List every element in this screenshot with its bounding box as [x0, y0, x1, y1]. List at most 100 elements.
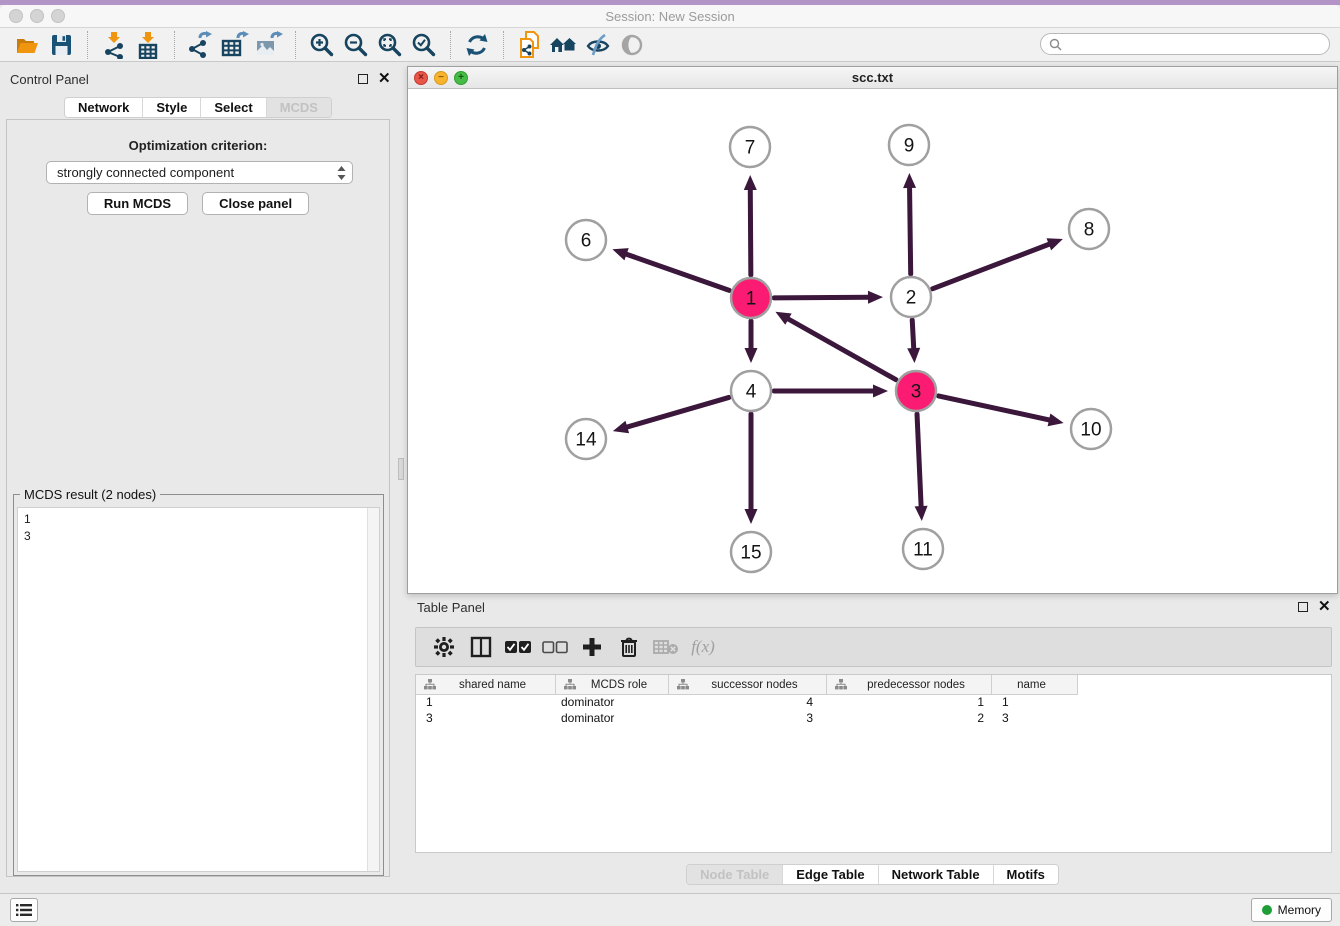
- column-header-mcds-role[interactable]: MCDS role: [556, 675, 669, 695]
- cell-predecessor-nodes[interactable]: 1: [827, 695, 992, 711]
- cell-name[interactable]: 1: [992, 695, 1078, 711]
- hide-selected-icon[interactable]: [581, 30, 615, 60]
- graph-edge[interactable]: [917, 414, 921, 508]
- graph-edge[interactable]: [625, 397, 729, 427]
- cell-mcds-role[interactable]: dominator: [556, 711, 669, 727]
- table-row[interactable]: 1 dominator 4 1 1: [416, 695, 1331, 711]
- graph-edge[interactable]: [912, 320, 914, 350]
- control-panel-close-icon[interactable]: ✕: [378, 74, 391, 84]
- graph-edge[interactable]: [910, 186, 911, 274]
- column-panel-icon[interactable]: [467, 633, 495, 661]
- control-panel-tabs: Network Style Select MCDS: [64, 97, 332, 118]
- graph-node-label: 4: [746, 382, 757, 403]
- zoom-out-icon[interactable]: [339, 30, 373, 60]
- cell-shared-name[interactable]: 3: [416, 711, 556, 727]
- graph-node-label: 1: [746, 289, 757, 310]
- export-network-icon[interactable]: [184, 30, 218, 60]
- cell-successor-nodes[interactable]: 3: [669, 711, 827, 727]
- graph-edge-arrowhead: [903, 173, 916, 188]
- table-panel-close-icon[interactable]: ✕: [1318, 602, 1331, 612]
- network-window-title: scc.txt: [408, 70, 1337, 85]
- tab-select[interactable]: Select: [201, 98, 266, 117]
- toolbar-separator: [295, 31, 296, 59]
- column-header-predecessor-nodes[interactable]: predecessor nodes: [827, 675, 992, 695]
- network-graph[interactable]: 7968124314101511: [408, 89, 1337, 593]
- optimization-criterion-select[interactable]: strongly connected component: [46, 161, 353, 184]
- mcds-result-line: 3: [24, 528, 373, 545]
- graph-edge[interactable]: [787, 318, 896, 380]
- first-neighbors-icon[interactable]: [547, 30, 581, 60]
- mcds-result-line: 1: [24, 511, 373, 528]
- open-file-icon[interactable]: [10, 30, 44, 60]
- list-icon: [16, 903, 32, 917]
- graph-edge[interactable]: [932, 244, 1050, 289]
- graph-node-label: 11: [913, 540, 933, 561]
- tab-edge-table[interactable]: Edge Table: [783, 865, 878, 884]
- panel-splitter-grip[interactable]: [398, 458, 404, 480]
- import-network-icon[interactable]: [97, 30, 131, 60]
- save-session-icon[interactable]: [44, 30, 78, 60]
- cell-mcds-role[interactable]: dominator: [556, 695, 669, 711]
- graph-edge[interactable]: [774, 297, 870, 298]
- memory-button[interactable]: Memory: [1251, 898, 1332, 922]
- search-field[interactable]: [1040, 33, 1330, 55]
- zoom-in-icon[interactable]: [305, 30, 339, 60]
- chevron-up-down-icon: [337, 166, 346, 180]
- delete-column-icon[interactable]: [615, 633, 643, 661]
- cell-successor-nodes[interactable]: 4: [669, 695, 827, 711]
- show-hidden-icon[interactable]: [615, 30, 649, 60]
- add-column-icon[interactable]: [578, 633, 606, 661]
- cell-shared-name[interactable]: 1: [416, 695, 556, 711]
- select-all-icon[interactable]: [504, 633, 532, 661]
- delete-table-icon[interactable]: [652, 633, 680, 661]
- table-settings-icon[interactable]: [430, 633, 458, 661]
- table-panel-float-icon[interactable]: [1298, 602, 1308, 612]
- table-toolbar: f(x): [415, 627, 1332, 667]
- optimization-criterion-label: Optimization criterion:: [7, 138, 389, 153]
- graph-edge[interactable]: [938, 396, 1050, 420]
- function-builder-icon[interactable]: f(x): [689, 633, 717, 661]
- run-mcds-button[interactable]: Run MCDS: [87, 192, 188, 215]
- graph-edge-arrowhead: [612, 248, 628, 260]
- cell-name[interactable]: 3: [992, 711, 1078, 727]
- graph-edge-arrowhead: [907, 348, 920, 363]
- search-input[interactable]: [1067, 35, 1329, 53]
- clone-network-icon[interactable]: [513, 30, 547, 60]
- close-panel-button[interactable]: Close panel: [202, 192, 309, 215]
- apply-layout-icon[interactable]: [460, 30, 494, 60]
- tab-mcds[interactable]: MCDS: [267, 98, 331, 117]
- mcds-result-textarea[interactable]: 1 3: [17, 507, 380, 872]
- tab-network-table[interactable]: Network Table: [879, 865, 994, 884]
- cell-predecessor-nodes[interactable]: 2: [827, 711, 992, 727]
- namespace-icon: [835, 679, 847, 690]
- control-panel-float-icon[interactable]: [358, 74, 368, 84]
- tab-style[interactable]: Style: [143, 98, 201, 117]
- graph-edge-arrowhead: [1048, 414, 1064, 427]
- tab-node-table[interactable]: Node Table: [687, 865, 783, 884]
- export-image-icon[interactable]: [252, 30, 286, 60]
- zoom-selected-icon[interactable]: [407, 30, 441, 60]
- task-history-button[interactable]: [10, 898, 38, 922]
- graph-edge-arrowhead: [1047, 238, 1063, 250]
- graph-edge[interactable]: [625, 254, 730, 291]
- graph-edge-arrowhead: [613, 421, 629, 433]
- graph-edge[interactable]: [750, 188, 751, 275]
- zoom-fit-icon[interactable]: [373, 30, 407, 60]
- column-header-name[interactable]: name: [992, 675, 1078, 695]
- import-table-icon[interactable]: [131, 30, 165, 60]
- graph-node-label: 3: [911, 382, 922, 403]
- tab-network[interactable]: Network: [65, 98, 143, 117]
- network-window-titlebar: × − + scc.txt: [408, 67, 1337, 89]
- mcds-result-fieldset: MCDS result (2 nodes) 1 3: [13, 494, 384, 876]
- result-scrollbar[interactable]: [367, 508, 379, 871]
- network-view-window: × − + scc.txt 7968124314101511: [407, 66, 1338, 594]
- table-row[interactable]: 3 dominator 3 2 3: [416, 711, 1331, 727]
- deselect-all-icon[interactable]: [541, 633, 569, 661]
- network-canvas[interactable]: 7968124314101511: [408, 89, 1337, 593]
- column-header-successor-nodes[interactable]: successor nodes: [669, 675, 827, 695]
- export-table-icon[interactable]: [218, 30, 252, 60]
- column-header-shared-name[interactable]: shared name: [416, 675, 556, 695]
- tab-motifs[interactable]: Motifs: [994, 865, 1058, 884]
- graph-node-label: 15: [740, 543, 761, 564]
- control-panel-title: Control Panel: [10, 72, 89, 87]
